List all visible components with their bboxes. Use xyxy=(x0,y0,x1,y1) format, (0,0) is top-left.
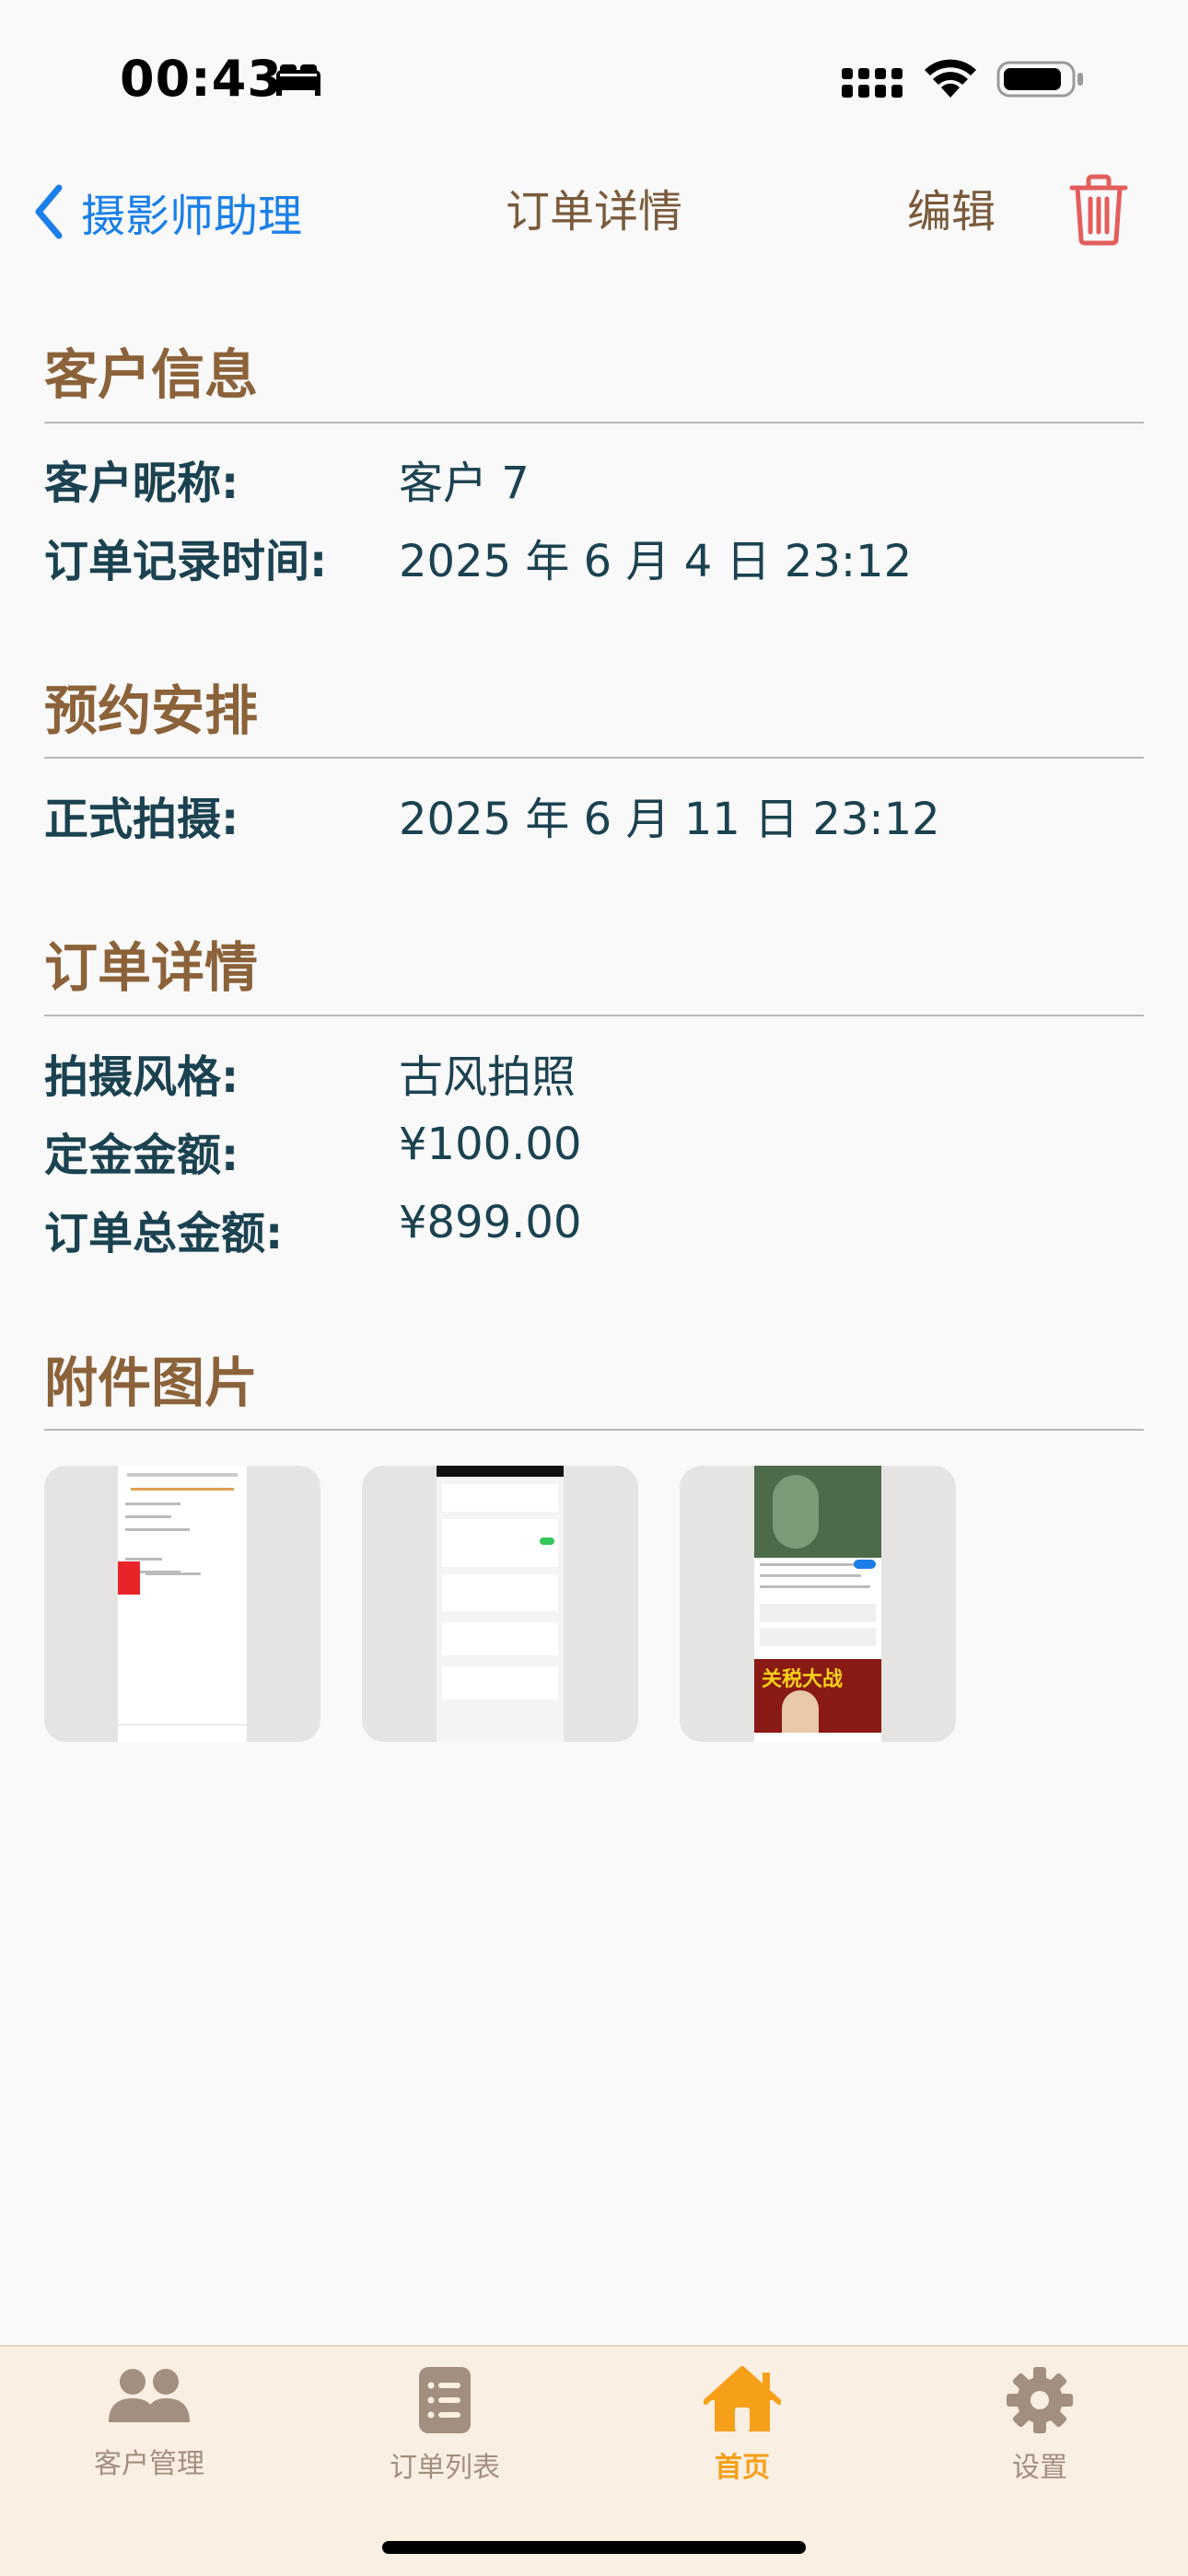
attachment-screenshot-2 xyxy=(437,1466,564,1742)
attachment-thumbnail[interactable]: 关税大战 xyxy=(680,1466,956,1742)
attachment-screenshot-1 xyxy=(118,1466,247,1742)
sleep-focus-icon xyxy=(276,64,320,96)
battery-icon xyxy=(996,61,1083,98)
order-total-value: ¥899.00 xyxy=(399,1197,582,1248)
divider xyxy=(44,1015,1144,1016)
deposit-value: ¥100.00 xyxy=(399,1119,582,1170)
status-time: 00:43 xyxy=(120,50,283,108)
attachment-screenshot-3: 关税大战 xyxy=(754,1466,881,1742)
shoot-time-label: 正式拍摄: xyxy=(44,794,239,845)
attachment-thumbnail[interactable] xyxy=(362,1466,638,1742)
divider xyxy=(44,757,1144,759)
shoot-time-value: 2025 年 6 月 11 日 23:12 xyxy=(399,794,940,845)
tab-label: 首页 xyxy=(715,2452,770,2484)
order-record-time-value: 2025 年 6 月 4 日 23:12 xyxy=(399,536,913,587)
tab-settings[interactable]: 设置 xyxy=(938,2365,1141,2494)
shoot-style-label: 拍摄风格: xyxy=(44,1051,239,1103)
cellular-signal-icon xyxy=(842,68,903,98)
list-icon xyxy=(419,2367,471,2433)
tab-customers[interactable]: 客户管理 xyxy=(48,2365,250,2494)
attachment-thumbnail[interactable] xyxy=(44,1466,320,1742)
deposit-label: 定金金额: xyxy=(44,1130,239,1181)
attachment-image-caption: 关税大战 xyxy=(762,1668,844,1691)
customer-nickname-value: 客户 7 xyxy=(399,458,530,509)
shoot-style-value: 古风拍照 xyxy=(399,1051,577,1103)
divider xyxy=(44,1429,1144,1431)
people-icon xyxy=(109,2369,190,2422)
edit-button[interactable]: 编辑 xyxy=(907,175,996,249)
order-total-label: 订单总金额: xyxy=(44,1208,284,1259)
home-indicator[interactable] xyxy=(382,2541,806,2554)
page-title: 订单详情 xyxy=(505,186,682,238)
tab-label: 设置 xyxy=(1012,2452,1067,2484)
trash-icon[interactable] xyxy=(1068,173,1129,247)
divider xyxy=(44,422,1144,424)
gear-icon xyxy=(1007,2367,1073,2433)
customer-nickname-label: 客户昵称: xyxy=(44,458,239,509)
order-record-time-label: 订单记录时间: xyxy=(44,536,328,587)
tab-home[interactable]: 首页 xyxy=(641,2365,844,2494)
navigation-bar: 摄影师助理 订单详情 编辑 xyxy=(0,157,1188,267)
tab-label: 客户管理 xyxy=(94,2448,204,2480)
section-title-schedule: 预约安排 xyxy=(44,679,259,742)
home-icon xyxy=(704,2366,781,2431)
tab-order-list[interactable]: 订单列表 xyxy=(344,2365,546,2494)
wifi-icon xyxy=(925,59,976,98)
section-title-attachments: 附件图片 xyxy=(44,1352,259,1414)
section-title-customer: 客户信息 xyxy=(44,343,259,406)
status-bar: 00:43 xyxy=(0,0,1188,157)
section-title-order: 订单详情 xyxy=(44,936,259,999)
tab-label: 订单列表 xyxy=(390,2452,500,2484)
